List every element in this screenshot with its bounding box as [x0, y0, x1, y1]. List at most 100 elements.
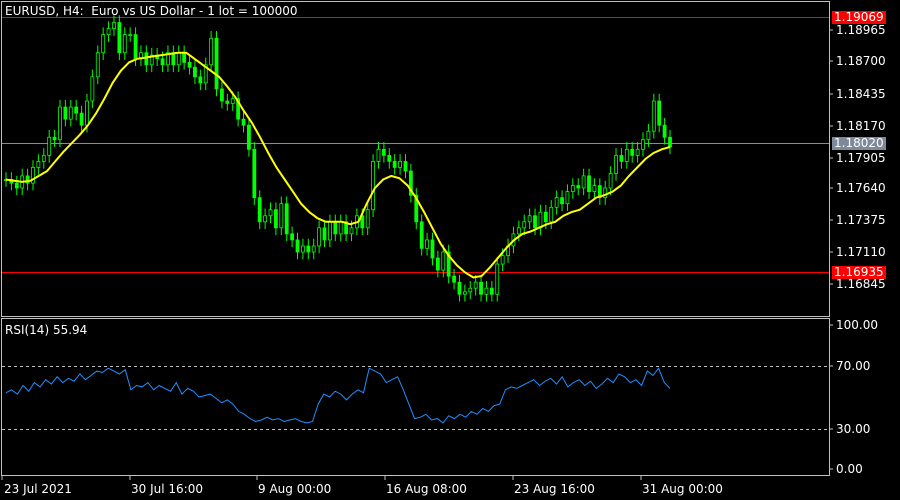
lower-level-price-label[interactable]: 1.16935 [832, 266, 886, 279]
rsi-tick: 100.00 [836, 318, 878, 332]
candle-body [117, 22, 122, 54]
candle-body [220, 88, 224, 102]
candle-body [560, 197, 564, 205]
moving-average-line [5, 51, 671, 279]
candle-body [14, 182, 19, 189]
candle-body [624, 148, 629, 162]
candle-body [543, 211, 548, 223]
candle-body [614, 154, 618, 174]
candle-body [452, 275, 456, 283]
candle-body [657, 100, 662, 126]
candle-body [63, 106, 68, 120]
candle-body [381, 148, 386, 156]
rsi-tick: 70.00 [836, 359, 870, 373]
candle-body [322, 227, 327, 241]
candle-body [214, 37, 219, 90]
candle-body [290, 233, 295, 241]
rsi-title: RSI(14) 55.94 [5, 323, 88, 337]
candle-body [608, 173, 613, 189]
candle-body [128, 34, 133, 37]
candle-body [274, 209, 278, 229]
candle-body [95, 52, 100, 78]
candle-body [79, 112, 84, 126]
candle-body [338, 221, 343, 235]
candle-body [430, 239, 435, 259]
candle-body [36, 161, 41, 168]
candle-body [522, 221, 527, 229]
candle-body [392, 161, 397, 168]
candle-body [662, 124, 667, 138]
candle-body [646, 130, 651, 141]
candle-body [500, 255, 505, 265]
candle-body [241, 118, 246, 126]
candle-body [489, 287, 494, 295]
candle-body [457, 281, 462, 295]
candle-body [630, 148, 635, 156]
candle-body [301, 245, 305, 253]
candle-body [198, 76, 203, 84]
candle-body [225, 100, 230, 104]
candle-body [365, 209, 370, 229]
candle-body [268, 209, 273, 217]
candle-body [554, 197, 559, 208]
candle-body [479, 281, 483, 295]
candle-body [252, 148, 257, 199]
candle-body [516, 227, 521, 235]
price-tick: 1.17640 [836, 181, 886, 195]
chart-title: EURUSD, H4: Euro vs US Dollar - 1 lot = … [5, 4, 298, 18]
rsi-line [5, 367, 671, 424]
price-tick: 1.18170 [836, 119, 886, 133]
candle-body [47, 136, 52, 156]
candle-body [144, 52, 149, 66]
candle-body [306, 245, 311, 253]
candle-body [257, 197, 262, 223]
candle-body [398, 161, 402, 168]
candle-body [468, 287, 473, 293]
rsi-panel-frame [1, 318, 830, 476]
candle-body [495, 263, 500, 295]
candle-body [160, 58, 165, 66]
rsi-tick: 0.00 [836, 462, 863, 476]
candle-body [484, 287, 489, 295]
candle-body [328, 221, 332, 241]
rsi-axis: 100.00 70.00 30.00 0.00 [829, 318, 878, 476]
candle-body [74, 106, 79, 114]
candle-body [90, 76, 95, 102]
candle-body [576, 185, 581, 189]
candle-body [176, 52, 181, 66]
candle-body [85, 100, 89, 126]
time-tick: 30 Jul 16:00 [131, 482, 203, 496]
candle-body [101, 34, 106, 54]
candle-body [209, 37, 214, 66]
candle-body [193, 66, 197, 78]
candle-body [641, 139, 645, 150]
candle-body [462, 291, 467, 295]
candle-body [52, 136, 57, 141]
price-tick: 1.18435 [836, 87, 886, 101]
candle-body [187, 61, 192, 68]
price-tick: 1.18965 [836, 23, 886, 37]
time-tick: 16 Aug 08:00 [386, 482, 467, 496]
time-tick: 31 Aug 00:00 [642, 482, 723, 496]
candle-body [435, 257, 440, 271]
candle-body [58, 106, 62, 141]
candle-body [533, 215, 537, 229]
candle-body [295, 239, 300, 253]
candle-body [527, 215, 532, 223]
candle-body [565, 191, 570, 205]
upper-level-price-label[interactable]: 1.19069 [832, 11, 886, 24]
candle-body [230, 98, 235, 104]
candle-body [376, 148, 381, 162]
price-tick: 1.17375 [836, 213, 886, 227]
candle-body [317, 227, 322, 247]
candlestick-series [4, 15, 672, 302]
candle-body [425, 239, 429, 249]
candle-body [403, 161, 408, 172]
candle-body [371, 161, 375, 211]
price-tick: 1.17110 [836, 245, 886, 259]
chart-canvas[interactable]: 1.18965 1.18700 1.18435 1.18170 1.17905 … [0, 0, 900, 500]
candle-body [106, 28, 111, 36]
candle-body [133, 34, 138, 60]
candle-body [473, 281, 478, 289]
candle-body [279, 203, 284, 229]
